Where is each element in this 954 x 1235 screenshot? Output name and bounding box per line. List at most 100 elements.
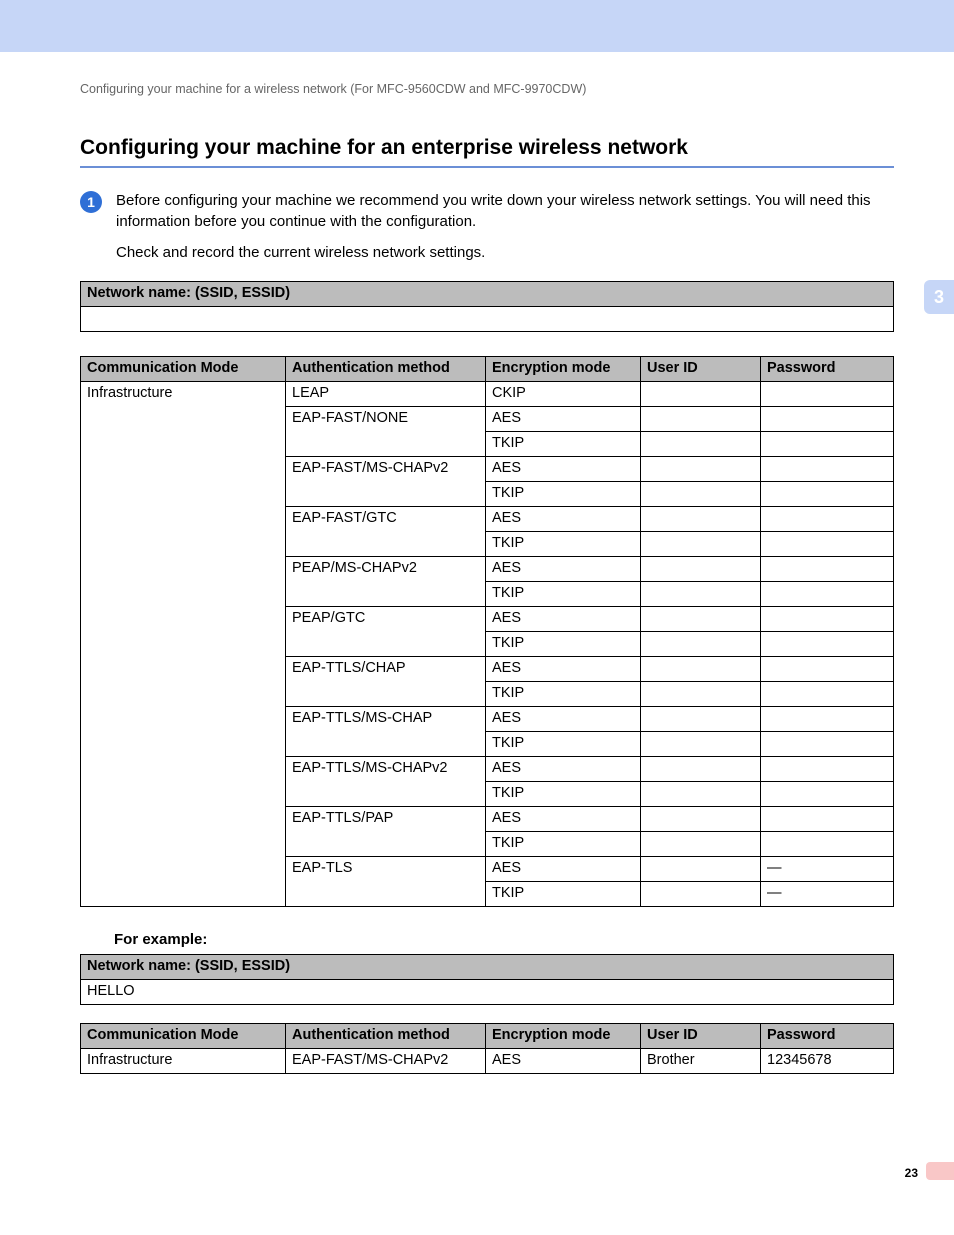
ssid-value bbox=[81, 307, 894, 332]
cell: TKIP bbox=[486, 582, 641, 607]
step-body: Before configuring your machine we recom… bbox=[116, 190, 894, 273]
chapter-tab: 3 bbox=[924, 280, 954, 314]
cell bbox=[641, 732, 761, 757]
col-user-id: User ID bbox=[641, 357, 761, 382]
ex-ssid-value: HELLO bbox=[81, 980, 894, 1005]
cell bbox=[641, 657, 761, 682]
ex-col-encryption-mode: Encryption mode bbox=[486, 1024, 641, 1049]
cell bbox=[641, 482, 761, 507]
cell: TKIP bbox=[486, 632, 641, 657]
cell: EAP-TTLS/PAP bbox=[286, 807, 486, 857]
ex-col-communication-mode: Communication Mode bbox=[81, 1024, 286, 1049]
ssid-table: Network name: (SSID, ESSID) bbox=[80, 281, 894, 332]
cell bbox=[641, 857, 761, 882]
heading-rule bbox=[80, 166, 894, 168]
cell: PEAP/MS-CHAPv2 bbox=[286, 557, 486, 607]
table-row: Infrastructure EAP-FAST/MS-CHAPv2 AES Br… bbox=[81, 1049, 894, 1074]
cell: Infrastructure bbox=[81, 382, 286, 907]
cell: AES bbox=[486, 857, 641, 882]
cell: AES bbox=[486, 557, 641, 582]
ex-col-authentication-method: Authentication method bbox=[286, 1024, 486, 1049]
cell bbox=[761, 532, 894, 557]
cell bbox=[761, 807, 894, 832]
cell bbox=[641, 457, 761, 482]
cell bbox=[641, 807, 761, 832]
cell bbox=[641, 782, 761, 807]
cell bbox=[761, 832, 894, 857]
cell bbox=[761, 707, 894, 732]
ex-col-password: Password bbox=[761, 1024, 894, 1049]
cell: AES bbox=[486, 507, 641, 532]
cell bbox=[641, 432, 761, 457]
cell: TKIP bbox=[486, 882, 641, 907]
cell bbox=[761, 657, 894, 682]
ex-ssid-header: Network name: (SSID, ESSID) bbox=[81, 955, 894, 980]
col-encryption-mode: Encryption mode bbox=[486, 357, 641, 382]
cell: EAP-TTLS/CHAP bbox=[286, 657, 486, 707]
cell bbox=[761, 607, 894, 632]
cell bbox=[761, 732, 894, 757]
cell: EAP-TTLS/MS-CHAPv2 bbox=[286, 757, 486, 807]
step-text-2: Check and record the current wireless ne… bbox=[116, 242, 894, 263]
ex-col-user-id: User ID bbox=[641, 1024, 761, 1049]
cell: AES bbox=[486, 457, 641, 482]
cell bbox=[641, 382, 761, 407]
cell: — bbox=[761, 857, 894, 882]
cell bbox=[641, 557, 761, 582]
cell bbox=[761, 432, 894, 457]
cell: AES bbox=[486, 757, 641, 782]
cell bbox=[761, 632, 894, 657]
cell bbox=[761, 482, 894, 507]
cell: AES bbox=[486, 807, 641, 832]
page-number: 23 bbox=[905, 1166, 918, 1180]
main-table: Communication Mode Authentication method… bbox=[80, 356, 894, 907]
cell: — bbox=[761, 882, 894, 907]
cell bbox=[641, 682, 761, 707]
cell bbox=[761, 757, 894, 782]
page-content: Configuring your machine for a wireless … bbox=[0, 52, 954, 1074]
table-row: InfrastructureLEAPCKIP bbox=[81, 382, 894, 407]
cell: LEAP bbox=[286, 382, 486, 407]
cell: EAP-TTLS/MS-CHAP bbox=[286, 707, 486, 757]
cell bbox=[641, 757, 761, 782]
cell bbox=[761, 582, 894, 607]
cell: CKIP bbox=[486, 382, 641, 407]
cell bbox=[761, 457, 894, 482]
cell: TKIP bbox=[486, 782, 641, 807]
ssid-header: Network name: (SSID, ESSID) bbox=[81, 282, 894, 307]
page-number-tab bbox=[926, 1162, 954, 1180]
step-text-1: Before configuring your machine we recom… bbox=[116, 190, 894, 232]
cell bbox=[641, 582, 761, 607]
cell bbox=[641, 507, 761, 532]
col-communication-mode: Communication Mode bbox=[81, 357, 286, 382]
cell: AES bbox=[486, 1049, 641, 1074]
col-password: Password bbox=[761, 357, 894, 382]
cell bbox=[641, 607, 761, 632]
cell: Infrastructure bbox=[81, 1049, 286, 1074]
cell bbox=[641, 532, 761, 557]
cell: AES bbox=[486, 407, 641, 432]
cell: TKIP bbox=[486, 682, 641, 707]
cell bbox=[761, 382, 894, 407]
cell: 12345678 bbox=[761, 1049, 894, 1074]
cell: AES bbox=[486, 657, 641, 682]
cell: AES bbox=[486, 707, 641, 732]
cell: EAP-FAST/MS-CHAPv2 bbox=[286, 1049, 486, 1074]
cell bbox=[761, 682, 894, 707]
step-1: 1 Before configuring your machine we rec… bbox=[80, 190, 894, 273]
cell: TKIP bbox=[486, 482, 641, 507]
cell: Brother bbox=[641, 1049, 761, 1074]
top-band bbox=[0, 0, 954, 52]
cell: TKIP bbox=[486, 532, 641, 557]
cell bbox=[761, 407, 894, 432]
page-heading: Configuring your machine for an enterpri… bbox=[80, 136, 894, 160]
cell bbox=[761, 557, 894, 582]
col-authentication-method: Authentication method bbox=[286, 357, 486, 382]
cell bbox=[761, 507, 894, 532]
example-table: Communication Mode Authentication method… bbox=[80, 1023, 894, 1074]
cell: AES bbox=[486, 607, 641, 632]
for-example-label: For example: bbox=[114, 931, 894, 948]
cell bbox=[761, 782, 894, 807]
example-ssid-table: Network name: (SSID, ESSID) HELLO bbox=[80, 954, 894, 1005]
cell bbox=[641, 632, 761, 657]
